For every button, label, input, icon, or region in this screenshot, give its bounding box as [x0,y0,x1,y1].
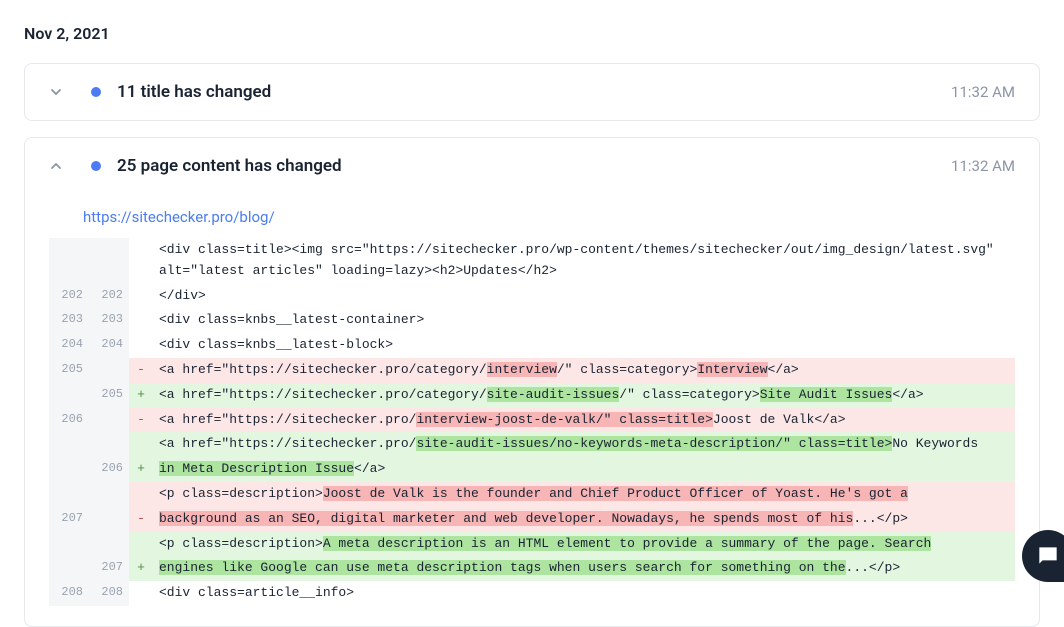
diff-row: 206 -<a href="https://sitechecker.pro/int… [49,408,1015,433]
diff-code: engines like Google can use meta descrip… [153,556,1015,581]
line-number-new [89,432,129,457]
diff-row: <a href="https://sitechecker.pro/site-au… [49,432,1015,457]
line-number-new [89,507,129,532]
line-number-new [89,482,129,507]
event-time: 11:32 AM [951,157,1015,175]
diff-row: 205+<a href="https://sitechecker.pro/cat… [49,383,1015,408]
diff-sign: + [129,556,153,581]
event-header[interactable]: 25 page content has changed 11:32 AM [25,138,1039,194]
line-number-old: 204 [49,333,89,358]
diff-code: </div> [153,284,1015,309]
diff-row: 207 -background as an SEO, digital market… [49,507,1015,532]
line-number-old [49,432,89,457]
event-card-collapsed: 11 title has changed 11:32 AM [24,63,1040,121]
diff-code: background as an SEO, digital marketer a… [153,507,1015,532]
event-title: 25 page content has changed [117,156,951,176]
diff-code: <a href="https://sitechecker.pro/categor… [153,383,1015,408]
event-title: 11 title has changed [117,82,951,102]
diff-row: 208208 <div class=article__info> [49,581,1015,606]
line-number-old: 202 [49,284,89,309]
diff-sign: + [129,383,153,408]
diff-sign [129,284,153,309]
line-number-new: 208 [89,581,129,606]
date-header: Nov 2, 2021 [24,24,1040,43]
line-number-new: 206 [89,457,129,482]
diff-row: <p class=description>Joost de Valk is th… [49,482,1015,507]
line-number-new: 205 [89,383,129,408]
diff-code: <p class=description>Joost de Valk is th… [153,482,1015,507]
diff-row: <p class=description>A meta description … [49,532,1015,557]
line-number-old: 207 [49,507,89,532]
diff-sign: - [129,507,153,532]
line-number-old [49,556,89,581]
diff-code: <a href="https://sitechecker.pro/intervi… [153,408,1015,433]
event-header[interactable]: 11 title has changed 11:32 AM [25,64,1039,120]
line-number-old [49,383,89,408]
line-number-new: 203 [89,308,129,333]
status-dot [91,87,101,97]
diff-row: 202202 </div> [49,284,1015,309]
line-number-new [89,408,129,433]
diff-sign: - [129,358,153,383]
diff-sign [129,333,153,358]
diff-sign [129,308,153,333]
diff-code: <div class=title><img src="https://sitec… [153,238,1015,284]
event-time: 11:32 AM [951,83,1015,101]
line-number-new [89,532,129,557]
line-number-old: 206 [49,408,89,433]
diff-code: <p class=description>A meta description … [153,532,1015,557]
chevron-down-icon [49,85,63,99]
diff-code: <div class=article__info> [153,581,1015,606]
diff-code: <div class=knbs__latest-container> [153,308,1015,333]
diff-code: <div class=knbs__latest-block> [153,333,1015,358]
line-number-old [49,482,89,507]
diff-code: <a href="https://sitechecker.pro/categor… [153,358,1015,383]
diff-code: in Meta Description Issue</a> [153,457,1015,482]
diff-sign [129,532,153,557]
line-number-old: 203 [49,308,89,333]
line-number-old: 208 [49,581,89,606]
chevron-up-icon [49,159,63,173]
diff-table: <div class=title><img src="https://sitec… [49,238,1015,606]
diff-sign [129,581,153,606]
event-body: https://sitechecker.pro/blog/ <div class… [25,194,1039,626]
line-number-new [89,238,129,284]
diff-sign: + [129,457,153,482]
line-number-new: 207 [89,556,129,581]
line-number-old: 205 [49,358,89,383]
line-number-old [49,457,89,482]
page-url-link[interactable]: https://sitechecker.pro/blog/ [83,208,275,226]
line-number-new: 202 [89,284,129,309]
diff-sign [129,482,153,507]
event-card-expanded: 25 page content has changed 11:32 AM htt… [24,137,1040,627]
diff-row: 203203 <div class=knbs__latest-container> [49,308,1015,333]
diff-sign: - [129,408,153,433]
diff-row: <div class=title><img src="https://sitec… [49,238,1015,284]
line-number-new: 204 [89,333,129,358]
line-number-old [49,532,89,557]
diff-row: 205 -<a href="https://sitechecker.pro/cat… [49,358,1015,383]
diff-row: 204204 <div class=knbs__latest-block> [49,333,1015,358]
diff-row: 207+engines like Google can use meta des… [49,556,1015,581]
diff-code: <a href="https://sitechecker.pro/site-au… [153,432,1015,457]
diff-sign [129,432,153,457]
status-dot [91,161,101,171]
diff-sign [129,238,153,284]
line-number-old [49,238,89,284]
line-number-new [89,358,129,383]
diff-row: 206+in Meta Description Issue</a> [49,457,1015,482]
